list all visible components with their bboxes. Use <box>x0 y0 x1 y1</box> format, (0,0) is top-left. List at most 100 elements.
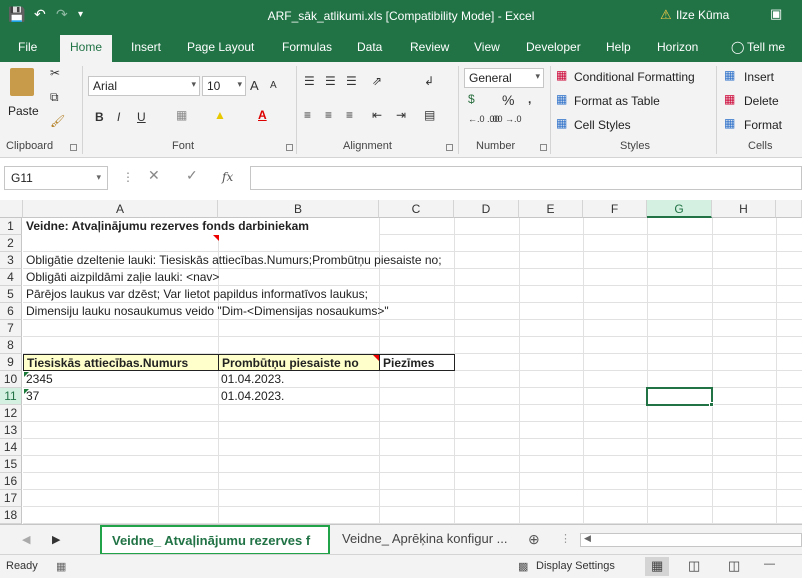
format-as-table-button[interactable]: Format as Table <box>574 94 660 108</box>
row-header[interactable]: 5 <box>0 286 22 303</box>
copy-icon[interactable]: ⧉ <box>50 90 59 105</box>
row-header[interactable]: 14 <box>0 439 22 456</box>
conditional-formatting-button[interactable]: Conditional Formatting <box>574 70 695 84</box>
column-header-a[interactable]: A <box>23 200 218 218</box>
tab-formulas[interactable]: Formulas <box>282 40 332 54</box>
row-header[interactable]: 16 <box>0 473 22 490</box>
row-header[interactable]: 2 <box>0 235 22 252</box>
row-header[interactable]: 13 <box>0 422 22 439</box>
tab-tell-me[interactable]: Tell me <box>747 40 785 54</box>
scroll-right-icon[interactable]: ▶ <box>52 533 60 546</box>
font-launcher-icon[interactable] <box>286 144 293 151</box>
comment-indicator[interactable] <box>213 235 219 241</box>
row-header[interactable]: 11 <box>0 388 22 405</box>
format-cells-button[interactable]: Format <box>744 118 782 132</box>
page-break-icon[interactable]: ◫ <box>728 558 740 574</box>
align-right-icon[interactable]: ≡ <box>346 108 353 122</box>
ribbon-display-options-icon[interactable]: ▣ <box>770 6 782 22</box>
cell-b11[interactable]: 01.04.2023. <box>218 388 284 405</box>
shrink-font-button[interactable]: A <box>270 80 277 91</box>
name-box[interactable]: G11 ▾ <box>4 166 108 190</box>
underline-button[interactable]: U <box>137 110 146 124</box>
cell-b10[interactable]: 01.04.2023. <box>218 371 284 388</box>
enter-icon[interactable]: ✓ <box>186 167 198 184</box>
currency-button[interactable]: $ <box>468 92 475 106</box>
column-header-e[interactable]: E <box>519 200 583 218</box>
sheet-tab-inactive[interactable]: Veidne_ Aprēķina konfigur ... <box>336 525 522 555</box>
column-header-h[interactable]: H <box>712 200 776 218</box>
row-header[interactable]: 18 <box>0 507 22 524</box>
user-name[interactable]: Ilze Kūma <box>676 8 729 22</box>
row-header[interactable]: 15 <box>0 456 22 473</box>
cell-a4[interactable]: Obligāti aizpildāmi zaļie lauki: <nav> <box>23 269 219 286</box>
column-header-f[interactable]: F <box>583 200 647 218</box>
tab-developer[interactable]: Developer <box>526 40 581 54</box>
tab-horizon[interactable]: Horizon <box>657 40 698 54</box>
bold-button[interactable]: B <box>95 110 104 124</box>
decrease-decimal-button[interactable]: .00 →.0 <box>490 114 522 124</box>
cell-a3[interactable]: Obligātie dzeltenie lauki: Tiesiskās att… <box>23 252 442 269</box>
font-color-icon[interactable]: A <box>258 108 267 122</box>
middle-align-icon[interactable]: ☰ <box>325 74 336 88</box>
fill-handle[interactable] <box>709 402 714 407</box>
insert-cells-button[interactable]: Insert <box>744 70 774 84</box>
cancel-icon[interactable]: ✕ <box>148 167 160 184</box>
cell-a5[interactable]: Pārējos laukus var dzēst; Var lietot pap… <box>23 286 368 303</box>
grow-font-button[interactable]: A <box>250 78 259 93</box>
table-header-b[interactable]: Prombūtņu piesaiste no <box>218 354 380 371</box>
column-header-partial[interactable] <box>776 200 802 218</box>
tab-help[interactable]: Help <box>606 40 631 54</box>
tab-home[interactable]: Home <box>60 35 113 62</box>
alignment-launcher-icon[interactable] <box>446 144 453 151</box>
column-header-g[interactable]: G <box>647 200 712 218</box>
column-header-c[interactable]: C <box>379 200 454 218</box>
fill-color-icon[interactable]: ▲ <box>214 108 226 122</box>
zoom-out-icon[interactable]: — <box>764 558 775 570</box>
clipboard-launcher-icon[interactable] <box>70 144 77 151</box>
row-header[interactable]: 3 <box>0 252 22 269</box>
merge-center-icon[interactable]: ▤ <box>424 108 435 122</box>
scroll-left-icon[interactable]: ◀ <box>584 533 591 544</box>
orientation-icon[interactable]: ⇗ <box>372 74 382 88</box>
column-header-b[interactable]: B <box>218 200 379 218</box>
insert-function-button[interactable]: fx <box>222 170 233 184</box>
font-size-select[interactable]: 10 ▾ <box>202 76 246 96</box>
row-header[interactable]: 1 <box>0 218 22 235</box>
delete-cells-button[interactable]: Delete <box>744 94 779 108</box>
cell-a1[interactable]: Veidne: Atvaļinājumu rezerves fonds darb… <box>23 218 379 235</box>
row-header[interactable]: 7 <box>0 320 22 337</box>
comma-button[interactable]: , <box>528 92 531 106</box>
percent-button[interactable]: % <box>502 92 514 108</box>
row-header[interactable]: 9 <box>0 354 22 371</box>
cut-icon[interactable]: ✂ <box>50 66 60 80</box>
wrap-text-icon[interactable]: ↲ <box>424 74 434 88</box>
cell-a6[interactable]: Dimensiju lauku nosaukumus veido "Dim-<D… <box>23 303 389 320</box>
paste-button[interactable]: Paste <box>8 104 39 118</box>
select-all-corner[interactable] <box>0 200 23 218</box>
tab-review[interactable]: Review <box>410 40 449 54</box>
row-header[interactable]: 10 <box>0 371 22 388</box>
formula-input[interactable] <box>250 166 802 190</box>
bottom-align-icon[interactable]: ☰ <box>346 74 357 88</box>
table-header-a[interactable]: Tiesiskās attiecības.Numurs <box>23 354 219 371</box>
horizontal-scrollbar[interactable]: ◀ <box>580 533 802 547</box>
italic-button[interactable]: I <box>117 110 120 124</box>
tab-insert[interactable]: Insert <box>131 40 161 54</box>
borders-icon[interactable]: ▦ <box>176 108 187 122</box>
page-layout-icon[interactable]: ◫ <box>688 558 700 574</box>
scroll-left-icon[interactable]: ◀ <box>22 533 30 546</box>
row-header[interactable]: 12 <box>0 405 22 422</box>
increase-indent-icon[interactable]: ⇥ <box>396 108 406 122</box>
tab-page-layout[interactable]: Page Layout <box>187 40 254 54</box>
number-format-select[interactable]: General ▾ <box>464 68 544 88</box>
decrease-indent-icon[interactable]: ⇤ <box>372 108 382 122</box>
row-header[interactable]: 17 <box>0 490 22 507</box>
add-sheet-icon[interactable]: ⊕ <box>528 531 540 548</box>
number-launcher-icon[interactable] <box>540 144 547 151</box>
row-header[interactable]: 6 <box>0 303 22 320</box>
font-name-select[interactable]: Arial ▾ <box>88 76 200 96</box>
top-align-icon[interactable]: ☰ <box>304 74 315 88</box>
tab-view[interactable]: View <box>474 40 500 54</box>
tab-data[interactable]: Data <box>357 40 382 54</box>
worksheet-grid[interactable]: Veidne: Atvaļinājumu rezerves fonds darb… <box>23 218 802 524</box>
